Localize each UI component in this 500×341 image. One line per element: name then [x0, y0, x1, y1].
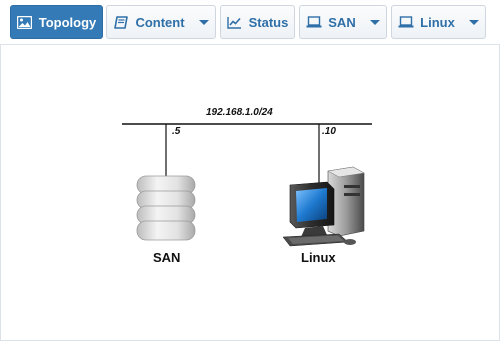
san-address-label: .5 [172, 126, 181, 137]
laptop-icon [398, 15, 414, 29]
app-window: Topology Content Status SAN Linux 192.16… [0, 0, 500, 341]
topology-panel: 192.168.1.0/24 .5 .10 SAN Linux [0, 44, 500, 341]
tab-label: Content [135, 14, 185, 30]
network-address-label: 192.168.1.0/24 [206, 107, 273, 118]
laptop-icon [306, 15, 322, 29]
image-icon [17, 15, 33, 29]
tab-status[interactable]: Status [220, 5, 295, 39]
tab-san[interactable]: SAN [299, 5, 387, 39]
tab-topology[interactable]: Topology [10, 5, 103, 39]
linux-address-label: .10 [322, 126, 336, 137]
tab-label: Status [248, 14, 289, 30]
tab-label: SAN [328, 14, 356, 30]
tab-content[interactable]: Content [106, 5, 216, 39]
tab-bar: Topology Content Status SAN Linux [0, 0, 500, 44]
tab-label: Topology [38, 14, 97, 30]
book-icon [113, 15, 129, 29]
tab-label: Linux [420, 14, 455, 30]
san-host-label: SAN [153, 250, 181, 265]
linux-host-label: Linux [301, 250, 336, 265]
desktop-computer-icon [282, 166, 365, 247]
storage-stack-icon [136, 175, 196, 241]
line-chart-icon [227, 15, 243, 29]
topology-diagram [122, 123, 372, 247]
tab-linux[interactable]: Linux [391, 5, 486, 39]
chevron-down-icon [198, 19, 209, 25]
chevron-down-icon [468, 19, 479, 25]
chevron-down-icon [369, 19, 380, 25]
